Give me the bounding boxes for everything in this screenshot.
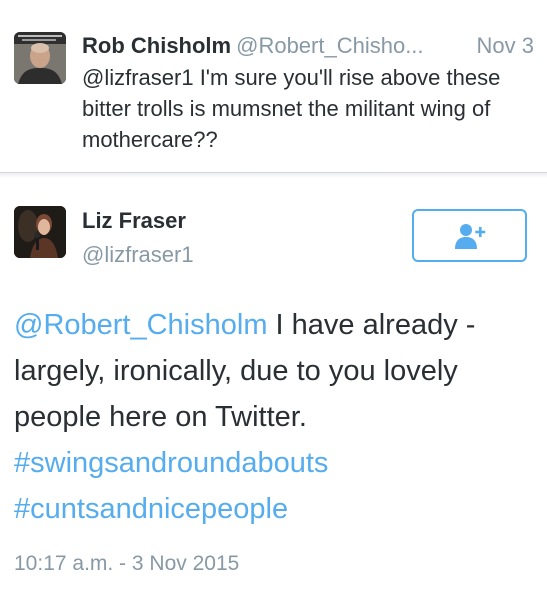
tweet-author-name[interactable]: Liz Fraser bbox=[82, 208, 186, 234]
reply-author-handle[interactable]: @Robert_Chisho... bbox=[236, 33, 423, 58]
reply-text: @lizfraser1 I'm sure you'll rise above t… bbox=[82, 65, 501, 152]
tweet-author-handle[interactable]: @lizfraser1 bbox=[82, 242, 194, 268]
hashtag-link[interactable]: #cuntsandnicepeople bbox=[14, 493, 288, 525]
reply-header: Rob Chisholm @Robert_Chisho... Nov 3 bbox=[82, 33, 534, 63]
reply-tweet[interactable]: Rob Chisholm @Robert_Chisho... Nov 3 @liz… bbox=[0, 0, 547, 171]
reply-author-name[interactable]: Rob Chisholm bbox=[82, 33, 231, 58]
hashtag-link[interactable]: #swingsandroundabouts bbox=[14, 447, 328, 479]
reply-date: Nov 3 bbox=[470, 33, 534, 59]
divider-shadow bbox=[0, 173, 547, 178]
follow-button[interactable] bbox=[412, 209, 527, 262]
add-user-icon bbox=[455, 224, 486, 249]
avatar-image bbox=[14, 206, 66, 258]
tweet-text: @Robert_Chisholm I have already - largel… bbox=[14, 302, 534, 532]
main-avatar[interactable] bbox=[14, 206, 66, 258]
mention-link[interactable]: @Robert_Chisholm bbox=[14, 309, 267, 341]
tweet-detail-page: Rob Chisholm @Robert_Chisho... Nov 3 @liz… bbox=[0, 0, 547, 600]
avatar-image bbox=[14, 32, 66, 84]
tweet-timestamp: 10:17 a.m. - 3 Nov 2015 bbox=[14, 552, 240, 575]
reply-avatar[interactable] bbox=[14, 32, 66, 84]
